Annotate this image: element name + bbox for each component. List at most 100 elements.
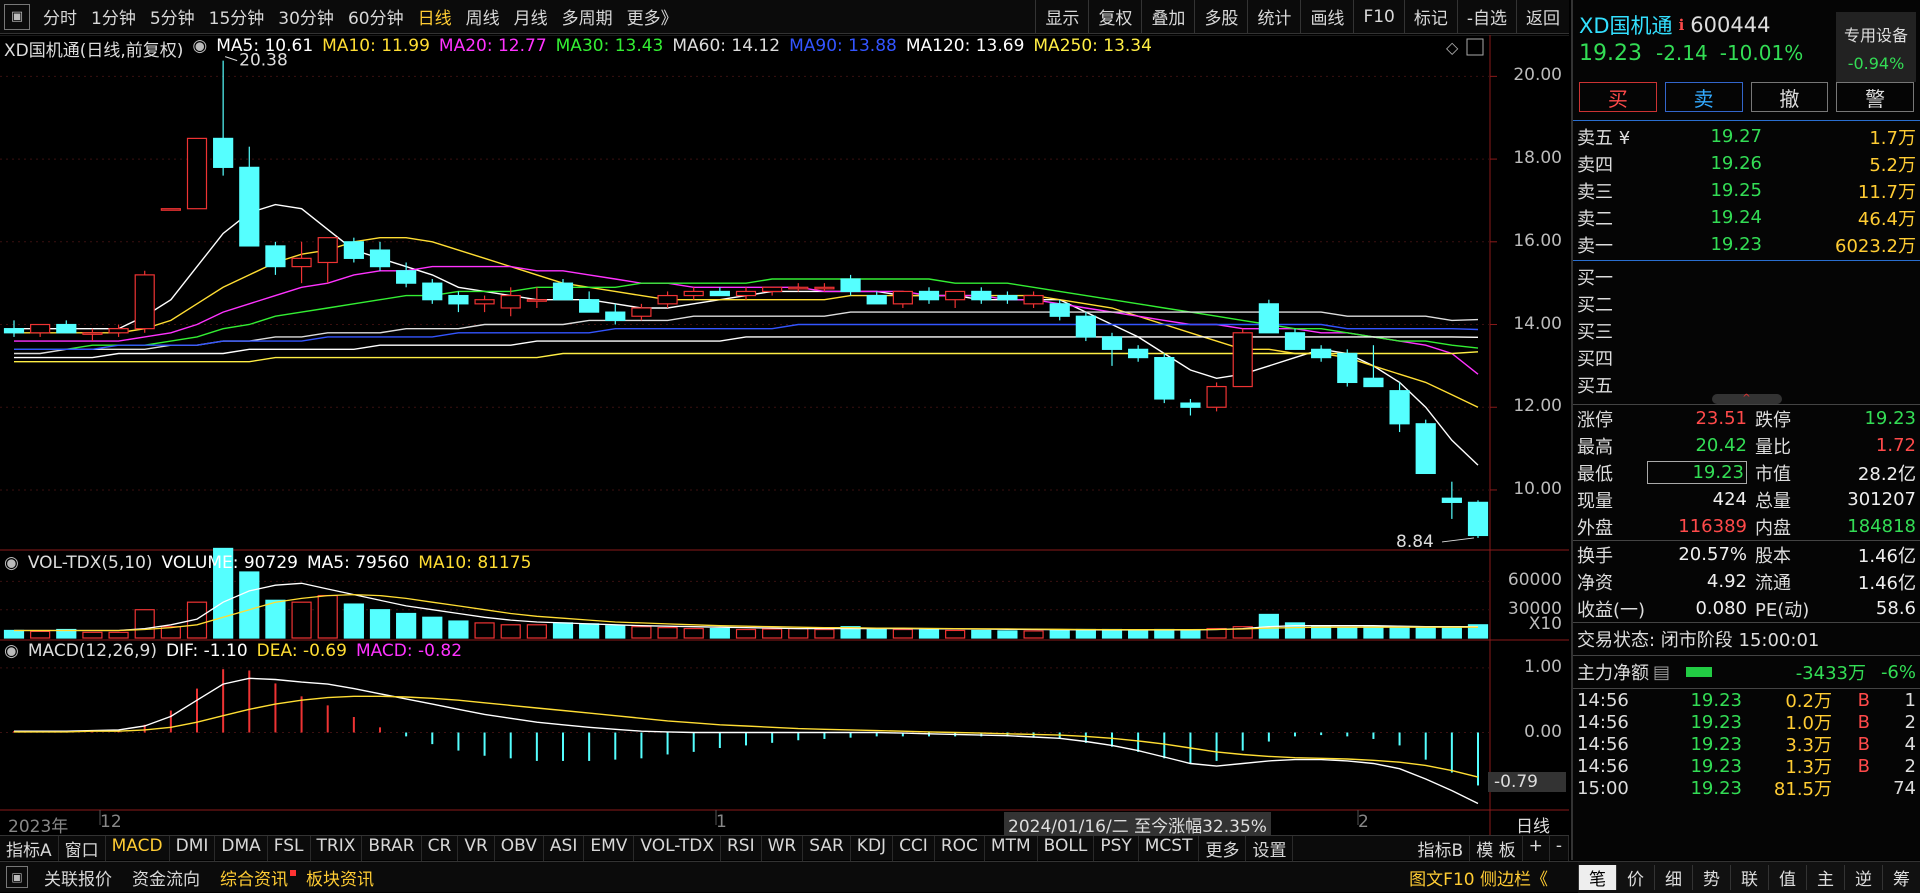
period-tab[interactable]: 60分钟 (341, 4, 411, 29)
indicator-tab[interactable]: MACD (106, 835, 170, 861)
cancel-order-button[interactable]: 撤 (1750, 82, 1829, 112)
side-nav-tab[interactable]: 价 (1616, 864, 1654, 890)
toolbar-button[interactable]: 显示 (1035, 0, 1088, 34)
indicator-tab[interactable]: VR (458, 835, 495, 861)
bid-row[interactable]: 买五 (1573, 371, 1920, 398)
collapse-icon[interactable]: ◉ (4, 553, 19, 573)
ask-row[interactable]: 卖一 19.23 6023.2万 (1573, 231, 1920, 258)
side-nav-tab[interactable]: 值 (1768, 864, 1806, 890)
candle-body (265, 245, 286, 268)
toolbar-button[interactable]: 返回 (1516, 0, 1569, 34)
period-tab[interactable]: 30分钟 (271, 4, 341, 29)
indicator-tab[interactable]: RSI (721, 835, 762, 861)
indicator-tab[interactable]: BRAR (362, 835, 422, 861)
info-icon[interactable]: ℹ (1679, 16, 1685, 34)
period-tab[interactable]: 多周期 (555, 4, 620, 29)
indicator-tab[interactable]: FSL (268, 835, 311, 861)
toolbar-button[interactable]: 统计 (1247, 0, 1300, 34)
sector-tag[interactable]: 专用设备 -0.94% (1836, 12, 1916, 82)
side-nav-tab[interactable]: 主 (1806, 864, 1844, 890)
settings-icon[interactable]: ◉ (192, 36, 207, 58)
ask-row[interactable]: 卖三 19.25 11.7万 (1573, 177, 1920, 204)
collapse-icon[interactable]: ◉ (4, 641, 19, 661)
panel-icon[interactable]: ▣ (6, 866, 28, 888)
indicator-tab[interactable]: 指标A (0, 835, 59, 861)
volume-legend: ◉ VOL-TDX(5,10) VOLUME: 90729 MA5: 79560 MA1… (4, 553, 540, 573)
diamond-icon[interactable]: ◇ (1446, 38, 1459, 57)
side-nav-tab[interactable]: 筹 (1882, 864, 1920, 890)
bid-row[interactable]: 买一 (1573, 263, 1920, 290)
toolbar-button[interactable]: 画线 (1300, 0, 1353, 34)
period-tab[interactable]: 1分钟 (84, 4, 143, 29)
sell-button[interactable]: 卖 (1664, 82, 1743, 112)
kline-chart[interactable]: 20.388.84◇ (0, 35, 1569, 843)
bid-row[interactable]: 买四 (1573, 344, 1920, 371)
period-tab[interactable]: 更多》 (620, 4, 685, 29)
indicator-tab[interactable]: DMI (170, 835, 216, 861)
period-tab[interactable]: 周线 (459, 4, 507, 29)
indicator-tab[interactable]: 更多 (1199, 835, 1247, 861)
side-nav-tab[interactable]: 逆 (1844, 864, 1882, 890)
indicator-tab[interactable]: EMV (584, 835, 635, 861)
indicator-right-button[interactable]: + (1523, 835, 1550, 861)
alert-button[interactable]: 警 (1836, 82, 1914, 112)
indicator-tab[interactable]: ROC (935, 835, 985, 861)
ask-row[interactable]: 卖五 ¥ 19.27 1.7万 (1573, 123, 1920, 150)
period-tab[interactable]: 5分钟 (143, 4, 202, 29)
toolbar-button[interactable]: F10 (1353, 0, 1403, 34)
toolbar-button[interactable]: -自选 (1456, 0, 1516, 34)
side-nav-tab[interactable]: 联 (1730, 864, 1768, 890)
indicator-right-button[interactable]: - (1550, 835, 1569, 861)
indicator-tab[interactable]: 窗口 (59, 835, 106, 861)
toolbar-button[interactable]: 复权 (1088, 0, 1141, 34)
side-nav-tab[interactable]: 势 (1692, 864, 1730, 890)
bid-row[interactable]: 买二 (1573, 290, 1920, 317)
period-tab[interactable]: 分时 (36, 4, 84, 29)
indicator-tab[interactable]: OBV (495, 835, 544, 861)
tick-time: 14:56 (1577, 755, 1629, 777)
indicator-tab[interactable]: VOL-TDX (634, 835, 721, 861)
toolbar-button[interactable]: 叠加 (1141, 0, 1194, 34)
period-tab[interactable]: 日线 (411, 4, 459, 29)
status-link-flow[interactable]: 资金流向 (122, 865, 210, 890)
status-link-news[interactable]: 综合资讯 (210, 865, 298, 890)
side-nav-tab[interactable]: 细 (1654, 864, 1692, 890)
side-nav-tab[interactable]: 笔 (1578, 864, 1616, 890)
indicator-tab[interactable]: MTM (985, 835, 1038, 861)
indicator-tab[interactable]: DMA (215, 835, 268, 861)
indicator-right-button[interactable]: 模 板 (1470, 835, 1523, 861)
indicator-tab[interactable]: TRIX (311, 835, 363, 861)
indicator-tab[interactable]: PSY (1094, 835, 1139, 861)
status-link-sector[interactable]: 板块资讯 (296, 865, 384, 890)
indicator-right-button[interactable]: 指标B (1412, 835, 1471, 861)
macd-legend: ◉ MACD(12,26,9) DIF: -1.10 DEA: -0.69 MACD: … (4, 641, 471, 661)
chart-title[interactable]: XD国机通(日线,前复权) (4, 36, 183, 61)
indicator-tab[interactable]: MCST (1139, 835, 1200, 861)
volume-bar (709, 627, 730, 639)
ask-label: 卖五 ¥ (1577, 127, 1631, 149)
ask-row[interactable]: 卖四 19.26 5.2万 (1573, 150, 1920, 177)
bid-row[interactable]: 买三 (1573, 317, 1920, 344)
indicator-tab[interactable]: BOLL (1038, 835, 1095, 861)
period-tab[interactable]: 15分钟 (202, 4, 272, 29)
indicator-tab[interactable]: ASI (544, 835, 585, 861)
candle-body (840, 278, 861, 293)
chart-area[interactable]: 20.38 8.84 ◇ (0, 35, 1569, 843)
indicator-tab[interactable]: KDJ (851, 835, 894, 861)
toolbar-button[interactable]: 多股 (1194, 0, 1247, 34)
window-menu-icon[interactable]: ▣ (4, 3, 30, 30)
period-tab[interactable]: 月线 (507, 4, 555, 29)
list-icon[interactable]: ▤ (1653, 662, 1670, 683)
panel-toggle-icon[interactable] (1466, 38, 1484, 56)
indicator-tab[interactable]: SAR (803, 835, 851, 861)
f10-sidebar-link[interactable]: 图文F10 侧边栏《 (1399, 865, 1558, 890)
indicator-tab[interactable]: CR (422, 835, 459, 861)
indicator-tab[interactable]: WR (762, 835, 804, 861)
status-link-quote[interactable]: 关联报价 (34, 865, 122, 890)
ask-row[interactable]: 卖二 19.24 46.4万 (1573, 204, 1920, 231)
indicator-tab[interactable]: 设置 (1246, 835, 1294, 861)
toolbar-button[interactable]: 标记 (1403, 0, 1457, 34)
indicator-tab[interactable]: CCI (893, 835, 935, 861)
buy-button[interactable]: 买 (1579, 82, 1657, 112)
ma-line-ma60 (14, 311, 1479, 355)
